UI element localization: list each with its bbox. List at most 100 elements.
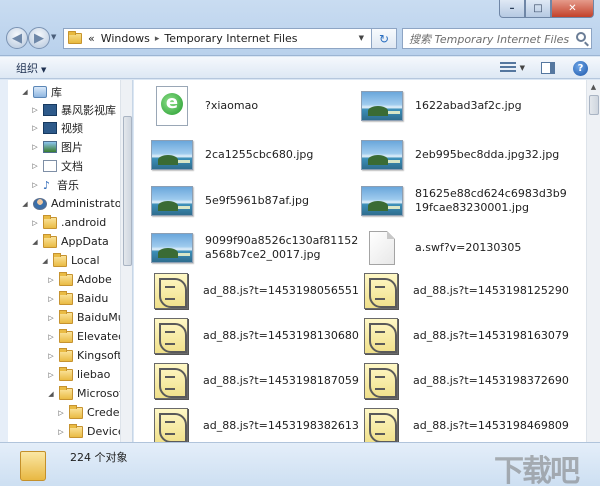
nav-tree-item[interactable]: ▷ BaiduMus — [46, 308, 131, 327]
help-icon[interactable]: ? — [573, 60, 588, 76]
search-icon[interactable] — [576, 32, 586, 42]
nav-tree-item[interactable]: ▷ liebao — [46, 365, 110, 384]
folder-icon — [59, 385, 73, 400]
status-bar: 224 个对象 下载吧 — [0, 442, 600, 486]
navigation-scrollbar[interactable] — [120, 80, 132, 442]
nav-tree-label: .android — [61, 216, 107, 229]
file-item[interactable]: 1622abad3af2c.jpg — [344, 84, 569, 128]
expand-arrow-icon[interactable]: ▷ — [56, 409, 66, 417]
expand-arrow-icon[interactable]: ▷ — [46, 276, 56, 284]
file-item[interactable]: 5e9f5961b87af.jpg — [134, 179, 359, 223]
file-item[interactable]: ?xiaomao — [134, 84, 359, 128]
nav-tree-item[interactable]: ▷ Baidu — [46, 289, 108, 308]
file-list[interactable]: ?xiaomao 1622abad3af2c.jpg 2ca1255cbc680.j… — [134, 80, 586, 442]
organize-menu-button[interactable]: 组织 ▼ — [16, 60, 46, 76]
nav-tree-label: 图片 — [61, 140, 83, 154]
file-list-scrollbar[interactable]: ▲ — [586, 80, 600, 442]
folder-icon — [59, 328, 73, 343]
file-item[interactable]: ad_88.js?t=1453198469809 — [344, 404, 569, 442]
image-thumbnail-icon — [361, 91, 403, 121]
expand-arrow-icon[interactable]: ▷ — [30, 124, 40, 132]
breadcrumb-windows[interactable]: Windows — [101, 32, 150, 45]
expand-arrow-icon[interactable]: ▷ — [46, 333, 56, 341]
breadcrumb-separator-icon[interactable]: ▸ — [155, 34, 160, 44]
expand-arrow-icon[interactable]: ▷ — [46, 314, 56, 322]
nav-tree-item[interactable]: ◢ Local — [40, 251, 100, 270]
folder-icon — [69, 404, 83, 419]
search-input[interactable]: 搜索 Temporary Internet Files — [402, 28, 592, 49]
address-bar[interactable]: « Windows ▸ Temporary Internet Files ▼ — [63, 28, 397, 49]
file-name: 9099f90a8526c130af81152a568b7ce2_0017.jp… — [205, 234, 359, 261]
file-item[interactable]: ad_88.js?t=1453198187059 — [134, 359, 359, 403]
nav-tree-item[interactable]: ◢ Microsoft — [46, 384, 127, 403]
nav-tree-label: Adobe — [77, 273, 112, 286]
expand-arrow-icon[interactable]: ▷ — [56, 428, 66, 436]
folder-icon — [43, 214, 57, 229]
nav-tree-item[interactable]: ◢ 库 — [20, 82, 62, 101]
collapse-arrow-icon[interactable]: ◢ — [40, 257, 50, 265]
expand-arrow-icon[interactable]: ▷ — [46, 371, 56, 379]
file-item[interactable]: 2eb995bec8dda.jpg32.jpg — [344, 133, 569, 177]
file-item[interactable]: ad_88.js?t=1453198130680 — [134, 314, 359, 358]
expand-arrow-icon[interactable]: ▷ — [30, 106, 40, 114]
nav-tree-item[interactable]: ▷ 视频 — [30, 118, 83, 137]
file-name: ad_88.js?t=1453198130680 — [203, 329, 359, 342]
nav-tree-item[interactable]: ▷ 文档 — [30, 156, 83, 175]
video-library-icon — [43, 103, 57, 116]
folder-icon — [68, 31, 82, 44]
scroll-up-icon[interactable]: ▲ — [587, 80, 600, 94]
minimize-button[interactable]: – — [499, 0, 525, 18]
expand-arrow-icon[interactable]: ▷ — [30, 181, 40, 189]
item-count: 224 个对象 — [70, 451, 128, 464]
file-item[interactable]: ad_88.js?t=1453198056551 — [134, 269, 359, 313]
forward-button[interactable]: ▶ — [28, 27, 50, 49]
view-dropdown-icon[interactable]: ▼ — [520, 64, 525, 72]
folder-icon — [59, 290, 73, 305]
nav-tree-label: Baidu — [77, 292, 109, 305]
nav-tree-item[interactable]: ◢ Administrator — [20, 194, 126, 213]
expand-arrow-icon[interactable]: ▷ — [30, 162, 40, 170]
file-item[interactable]: a.swf?v=20130305 — [344, 226, 569, 270]
nav-tree-item[interactable]: ▷ .android — [30, 213, 106, 232]
file-name: ad_88.js?t=1453198469809 — [413, 419, 569, 432]
navigation-pane[interactable]: ◢ 库 ▷ 暴风影视库 ▷ 视频 ▷ 图片 ▷ 文档 ▷ ♪ 音乐 ◢ Administrator ▷ .and… — [0, 80, 133, 442]
image-thumbnail-icon — [151, 186, 193, 216]
view-options-icon[interactable] — [499, 62, 516, 74]
search-placeholder: 搜索 Temporary Internet Files — [409, 32, 570, 46]
expand-arrow-icon[interactable]: ▷ — [30, 143, 40, 151]
file-item[interactable]: ad_88.js?t=1453198372690 — [344, 359, 569, 403]
expand-arrow-icon[interactable]: ▷ — [46, 352, 56, 360]
nav-tree-item[interactable]: ▷ ♪ 音乐 — [30, 175, 79, 194]
maximize-button[interactable]: □ — [525, 0, 551, 18]
close-button[interactable]: ✕ — [551, 0, 594, 18]
back-button[interactable]: ◀ — [6, 27, 28, 49]
collapse-arrow-icon[interactable]: ◢ — [20, 88, 30, 96]
navigation-scrollbar-thumb[interactable] — [123, 116, 132, 266]
file-item[interactable]: ad_88.js?t=1453198163079 — [344, 314, 569, 358]
nav-tree-item[interactable]: ▷ 暴风影视库 — [30, 100, 116, 119]
file-item[interactable]: 81625e88cd624c6983d3b919fcae83230001.jpg — [344, 179, 569, 223]
collapse-arrow-icon[interactable]: ◢ — [46, 390, 56, 398]
recent-pages-dropdown[interactable]: ▼ — [51, 33, 56, 41]
collapse-arrow-icon[interactable]: ◢ — [20, 200, 30, 208]
refresh-button[interactable]: ↻ — [371, 28, 397, 49]
file-list-scrollbar-thumb[interactable] — [589, 95, 599, 115]
nav-tree-item[interactable]: ▷ Adobe — [46, 270, 112, 289]
nav-tree-item[interactable]: ▷ 图片 — [30, 137, 83, 156]
expand-arrow-icon[interactable]: ▷ — [46, 295, 56, 303]
file-name: ad_88.js?t=1453198125290 — [413, 284, 569, 297]
address-history-dropdown[interactable]: ▼ — [359, 34, 364, 42]
file-item[interactable]: ad_88.js?t=1453198382613 — [134, 404, 359, 442]
collapse-arrow-icon[interactable]: ◢ — [30, 238, 40, 246]
nav-tree-label: 暴风影视库 — [61, 103, 116, 117]
nav-tree-item[interactable]: ◢ AppData — [30, 232, 109, 251]
script-file-icon — [364, 273, 398, 309]
file-item[interactable]: 9099f90a8526c130af81152a568b7ce2_0017.jp… — [134, 226, 359, 270]
expand-arrow-icon[interactable]: ▷ — [30, 219, 40, 227]
file-item[interactable]: 2ca1255cbc680.jpg — [134, 133, 359, 177]
breadcrumb-temporary-internet-files[interactable]: Temporary Internet Files — [164, 32, 297, 45]
preview-pane-icon[interactable] — [541, 62, 555, 74]
nav-tree-item[interactable]: ▷ Kingsoft — [46, 346, 122, 365]
breadcrumb-overflow[interactable]: « — [88, 32, 95, 45]
file-item[interactable]: ad_88.js?t=1453198125290 — [344, 269, 569, 313]
